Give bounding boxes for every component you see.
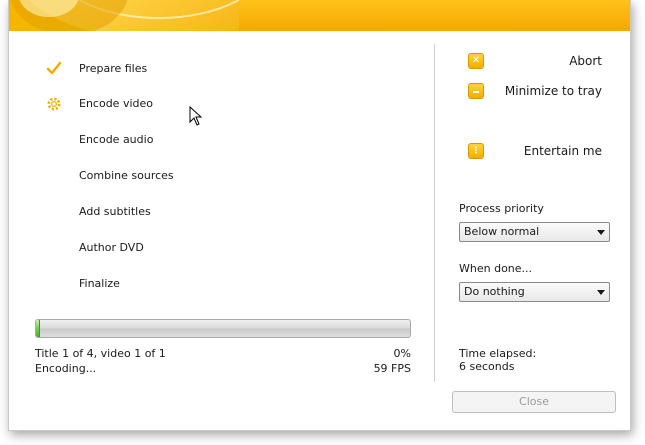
step-encode-video: Encode video xyxy=(79,97,153,110)
more-dots-icon: ⋮ xyxy=(471,146,481,156)
fps-text: 59 FPS xyxy=(373,362,411,375)
step-prepare-files: Prepare files xyxy=(79,62,148,75)
when-done-value: Do nothing xyxy=(464,285,525,298)
minimize-icon xyxy=(473,91,479,93)
process-priority-label: Process priority xyxy=(459,202,544,215)
process-priority-select[interactable]: Below normal xyxy=(459,222,610,242)
when-done-label: When done... xyxy=(459,262,533,275)
status-text: Encoding... xyxy=(35,362,97,375)
mouse-pointer-icon xyxy=(189,105,203,126)
step-add-subtitles: Add subtitles xyxy=(79,205,151,218)
progress-window: Prepare files Encode video Encode audio … xyxy=(8,0,631,431)
minimize-label[interactable]: Minimize to tray xyxy=(505,83,602,99)
gear-icon xyxy=(45,95,63,113)
header-band xyxy=(9,0,630,31)
close-x-icon: ✕ xyxy=(471,55,481,66)
process-priority-value: Below normal xyxy=(464,225,540,238)
entertain-button[interactable]: ⋮ xyxy=(468,143,484,159)
percent-text: 0% xyxy=(393,347,411,360)
time-elapsed-value: 6 seconds xyxy=(459,360,515,373)
when-done-select[interactable]: Do nothing xyxy=(459,282,610,302)
vertical-divider xyxy=(434,44,435,382)
step-encode-audio: Encode audio xyxy=(79,133,154,146)
close-button[interactable]: Close xyxy=(452,391,616,413)
step-author-dvd: Author DVD xyxy=(79,241,144,254)
step-finalize: Finalize xyxy=(79,277,120,290)
abort-label[interactable]: Abort xyxy=(569,53,602,69)
time-elapsed-label: Time elapsed: xyxy=(459,347,537,360)
disc-graphic xyxy=(9,0,239,31)
progress-bar xyxy=(35,319,411,338)
chevron-down-icon xyxy=(597,290,605,295)
checkmark-icon xyxy=(45,60,63,78)
step-combine-sources: Combine sources xyxy=(79,169,174,182)
progress-fill xyxy=(36,320,40,337)
entertain-label[interactable]: Entertain me xyxy=(524,143,602,159)
chevron-down-icon xyxy=(597,230,605,235)
title-progress-text: Title 1 of 4, video 1 of 1 xyxy=(35,347,166,360)
minimize-button[interactable] xyxy=(468,83,484,99)
abort-button[interactable]: ✕ xyxy=(468,53,484,69)
